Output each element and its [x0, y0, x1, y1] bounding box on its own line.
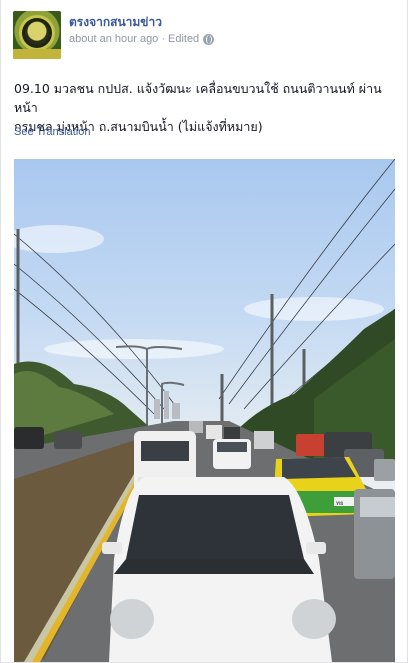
avatar-band	[13, 49, 61, 59]
edited-label[interactable]: Edited	[168, 32, 199, 46]
post-meta: ตรงจากสนามข่าว about an hour ago · Edite…	[69, 11, 215, 63]
post-timestamp[interactable]: about an hour ago	[69, 32, 158, 46]
avatar-emblem	[19, 15, 55, 51]
post-photo[interactable]: ทย	[14, 159, 395, 662]
globe-icon[interactable]	[203, 33, 215, 45]
post-message-line-1: 09.10 มวลชน กปปส. แจ้งวัฒนะ เคลื่อนขบวนใ…	[14, 81, 382, 115]
meta-separator: ·	[161, 33, 165, 45]
see-translation-link[interactable]: See Translation	[14, 126, 90, 138]
white-sedan-mid	[213, 439, 251, 469]
post-card: ตรงจากสนามข่าว about an hour ago · Edite…	[0, 0, 408, 663]
page-name-link[interactable]: ตรงจากสนามข่าว	[69, 14, 214, 30]
foreground-white-car	[102, 477, 336, 662]
post-header: ตรงจากสนามข่าว about an hour ago · Edite…	[13, 11, 215, 63]
page-avatar[interactable]	[13, 11, 61, 59]
traffic-photo-illustration: ทย	[14, 159, 395, 662]
post-subline: about an hour ago · Edited	[69, 32, 215, 46]
distant-buildings	[154, 391, 180, 419]
taxi-plate-text: ทย	[336, 500, 343, 507]
pickup-truck	[354, 489, 395, 579]
